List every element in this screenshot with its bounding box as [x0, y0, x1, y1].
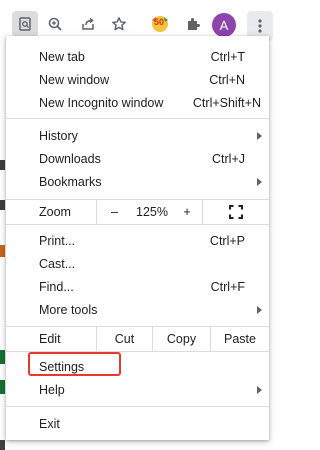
- menu-item-more-tools[interactable]: More tools: [6, 299, 269, 321]
- menu-item-shortcut: Ctrl+N: [209, 73, 245, 87]
- menu-item-shortcut: Ctrl+T: [210, 50, 245, 64]
- extension-badge-text: 50: [154, 17, 165, 27]
- zoom-row: Zoom – 125% +: [6, 199, 269, 225]
- page-fragment: [0, 160, 5, 170]
- zoom-label: Zoom: [39, 205, 71, 219]
- menu-item-label: Bookmarks: [39, 175, 102, 189]
- menu-item-bookmarks[interactable]: Bookmarks: [6, 171, 269, 193]
- menu-item-history[interactable]: History: [6, 125, 269, 147]
- submenu-arrow-icon: [257, 132, 262, 140]
- menu-item-label: Print...: [39, 234, 76, 248]
- zoom-in-button[interactable]: +: [172, 200, 202, 224]
- menu-separator: [6, 118, 269, 119]
- fullscreen-icon: [229, 205, 243, 219]
- menu-item-label: Help: [39, 383, 65, 397]
- extension-badge-icon[interactable]: 50: [147, 11, 173, 37]
- menu-item-label: History: [39, 129, 78, 143]
- submenu-arrow-icon: [257, 306, 262, 314]
- zoom-level: 125%: [136, 205, 168, 219]
- menu-item-new-window[interactable]: New window Ctrl+N: [6, 69, 269, 91]
- menu-item-label: New tab: [39, 50, 85, 64]
- menu-item-new-incognito[interactable]: New Incognito window Ctrl+Shift+N: [6, 92, 269, 114]
- menu-item-downloads[interactable]: Downloads Ctrl+J: [6, 148, 269, 170]
- menu-separator: [6, 406, 269, 407]
- avatar-initial: A: [219, 17, 229, 33]
- menu-item-cast[interactable]: Cast...: [6, 253, 269, 275]
- menu-item-label: More tools: [39, 303, 98, 317]
- menu-item-shortcut: Ctrl+J: [212, 152, 245, 166]
- zoom-icon[interactable]: [42, 11, 68, 37]
- cut-button[interactable]: Cut: [96, 327, 152, 351]
- page-fragment: [0, 440, 5, 450]
- menu-item-find[interactable]: Find... Ctrl+F: [6, 276, 269, 298]
- menu-item-label: Cast...: [39, 257, 76, 271]
- copy-button[interactable]: Copy: [152, 327, 210, 351]
- zoom-out-button[interactable]: –: [96, 200, 132, 224]
- page-info-icon[interactable]: [12, 11, 38, 37]
- share-icon[interactable]: [75, 11, 101, 37]
- page-fragment: [0, 200, 5, 210]
- avatar[interactable]: A: [212, 13, 236, 37]
- menu-item-shortcut: Ctrl+F: [210, 280, 245, 294]
- menu-item-label: New window: [39, 73, 110, 87]
- settings-highlight-box: [28, 352, 121, 376]
- menu-item-shortcut: Ctrl+Shift+N: [192, 96, 261, 110]
- bookmark-star-icon[interactable]: [106, 11, 132, 37]
- menu-item-print[interactable]: Print... Ctrl+P: [6, 230, 269, 252]
- submenu-arrow-icon: [257, 386, 262, 394]
- chrome-main-menu: New tab Ctrl+T New window Ctrl+N New Inc…: [6, 36, 269, 440]
- page-fragment: [0, 380, 5, 394]
- menu-item-label: New Incognito window: [39, 96, 164, 110]
- menu-item-label: Exit: [39, 417, 60, 431]
- page-fragment: [0, 245, 5, 257]
- menu-item-shortcut: Ctrl+P: [209, 234, 245, 248]
- menu-item-label: Downloads: [39, 152, 101, 166]
- menu-item-help[interactable]: Help: [6, 379, 269, 401]
- edit-label: Edit: [39, 332, 61, 346]
- page-fragment: [0, 350, 5, 364]
- menu-item-label: Find...: [39, 280, 74, 294]
- menu-item-new-tab[interactable]: New tab Ctrl+T: [6, 46, 269, 68]
- puzzle-icon[interactable]: [180, 11, 206, 37]
- paste-button[interactable]: Paste: [210, 327, 269, 351]
- submenu-arrow-icon: [257, 178, 262, 186]
- edit-row: Edit Cut Copy Paste: [6, 326, 269, 352]
- menu-item-exit[interactable]: Exit: [6, 413, 269, 435]
- fullscreen-button[interactable]: [202, 200, 269, 224]
